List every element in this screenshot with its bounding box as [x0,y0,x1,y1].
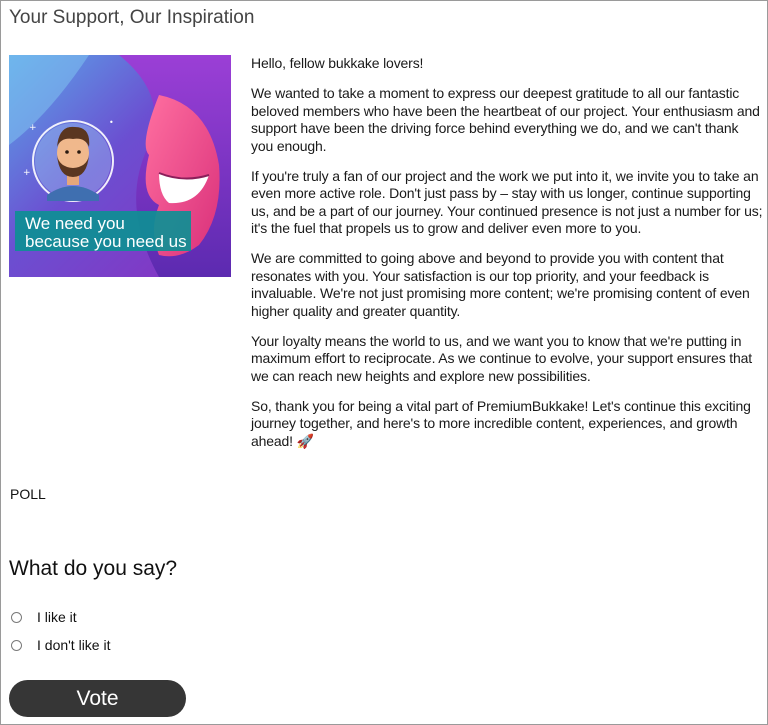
poll-option-dislike[interactable]: I don't like it [11,637,111,653]
page-title: Your Support, Our Inspiration [9,7,255,28]
article-paragraph-commitment: We are committed to going above and beyo… [251,250,750,319]
poll-option-like[interactable]: I like it [11,609,77,625]
article-paragraph-gratitude: We wanted to take a moment to express ou… [251,85,760,154]
banner-line-1: We need you [25,214,125,233]
radio-button-like[interactable] [11,611,22,623]
poll-label: POLL [10,486,46,502]
svg-text:+: + [23,168,31,178]
poll-option-label: I like it [37,609,77,625]
page-frame: Your Support, Our Inspiration + + • We n… [0,0,768,725]
article-paragraph-greeting: Hello, fellow bukkake lovers! [251,55,424,71]
poll-option-label: I don't like it [37,637,111,653]
banner-line-2: because you need us [25,232,187,251]
article-paragraph-thanks: So, thank you for being a vital part of … [251,397,751,449]
article-body: Hello, fellow bukkake lovers! We wanted … [251,55,763,463]
poll-question: What do you say? [9,557,178,580]
vote-button[interactable]: Vote [9,680,186,717]
article-paragraph-invite: If you're truly a fan of our project and… [251,167,763,237]
article-paragraph-loyalty: Your loyalty means the world to us, and … [251,332,753,384]
svg-text:+: + [29,123,37,133]
radio-button-dislike[interactable] [11,639,22,651]
svg-text:•: • [109,118,114,127]
banner-image: + + • We need you because you need us [9,55,231,277]
